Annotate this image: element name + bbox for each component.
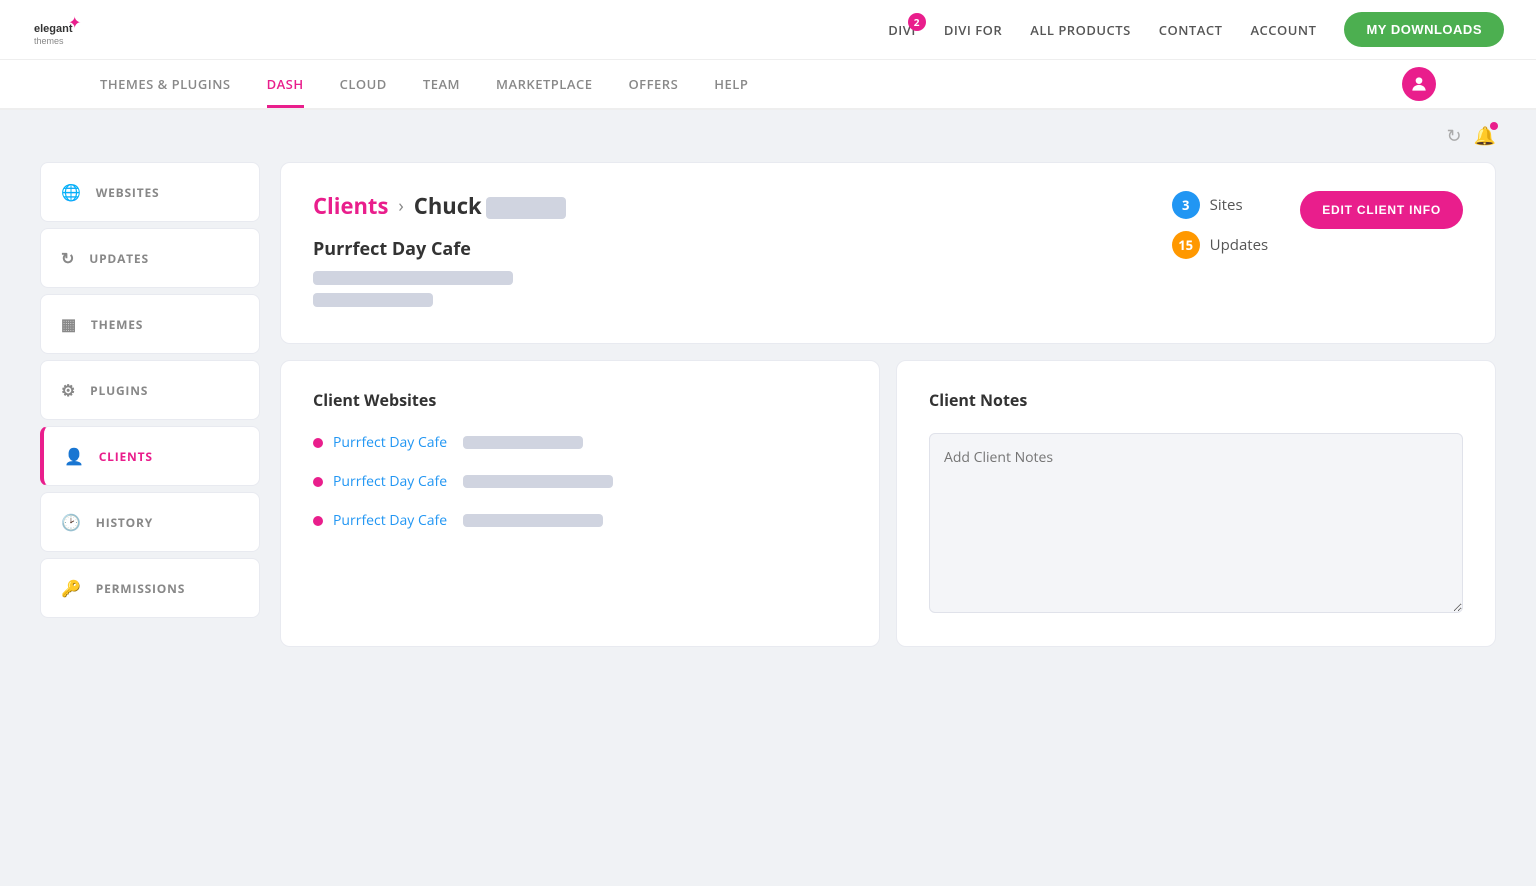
client-header-right: 3 Sites 15 Updates EDIT CLIENT INFO <box>1172 191 1463 259</box>
nav-divi[interactable]: DIVI 2 <box>888 21 916 39</box>
website-redacted-url-3 <box>463 514 603 527</box>
sidebar-item-clients[interactable]: 👤 CLIENTS <box>40 426 260 486</box>
edit-client-info-button[interactable]: EDIT CLIENT INFO <box>1300 191 1463 229</box>
sidebar-label-clients: CLIENTS <box>99 448 153 465</box>
nav-divi-for[interactable]: DIVI FOR <box>944 21 1002 39</box>
sub-nav-links: THEMES & PLUGINS DASH CLOUD TEAM MARKETP… <box>100 60 748 108</box>
sidebar-item-permissions[interactable]: 🔑 PERMISSIONS <box>40 558 260 618</box>
sidebar-item-plugins[interactable]: ⚙ PLUGINS <box>40 360 260 420</box>
website-link-1[interactable]: Purrfect Day Cafe <box>333 433 447 452</box>
sub-nav: THEMES & PLUGINS DASH CLOUD TEAM MARKETP… <box>0 60 1536 110</box>
tab-help[interactable]: HELP <box>714 60 748 108</box>
permissions-icon: 🔑 <box>61 577 82 599</box>
nav-all-products[interactable]: ALL PRODUCTS <box>1030 21 1131 39</box>
tab-marketplace[interactable]: MARKETPLACE <box>496 60 592 108</box>
client-company-name: Purrfect Day Cafe <box>313 237 566 261</box>
bell-icon[interactable]: 🔔 <box>1474 124 1496 148</box>
website-redacted-url-2 <box>463 475 613 488</box>
redacted-line-2 <box>313 293 433 307</box>
user-icon <box>1409 74 1429 94</box>
client-stats: 3 Sites 15 Updates <box>1172 191 1269 259</box>
sidebar-item-websites[interactable]: 🌐 WEBSITES <box>40 162 260 222</box>
my-downloads-button[interactable]: MY DOWNLOADS <box>1344 12 1504 47</box>
sites-badge: 3 <box>1172 191 1200 219</box>
redacted-surname <box>486 197 566 219</box>
website-redacted-url-1 <box>463 436 583 449</box>
client-info-left: Clients › Chuck Purrfect Day Cafe <box>313 191 566 315</box>
user-menu[interactable] <box>1402 67 1436 101</box>
breadcrumb-clients-link[interactable]: Clients <box>313 191 388 221</box>
avatar[interactable] <box>1402 67 1436 101</box>
sites-stat: 3 Sites <box>1172 191 1243 219</box>
logo-svg: elegant themes ✦ <box>32 10 102 50</box>
notes-card: Client Notes <box>896 360 1496 647</box>
svg-text:themes: themes <box>34 36 64 46</box>
tab-team[interactable]: TEAM <box>423 60 460 108</box>
updates-stat: 15 Updates <box>1172 231 1269 259</box>
sidebar-label-history: HISTORY <box>96 514 153 531</box>
website-item-3: Purrfect Day Cafe <box>313 511 847 530</box>
content-area: Clients › Chuck Purrfect Day Cafe 3 Site… <box>280 162 1496 647</box>
bell-notification-dot <box>1490 122 1498 130</box>
website-link-2[interactable]: Purrfect Day Cafe <box>333 472 447 491</box>
website-dot-2 <box>313 477 323 487</box>
refresh-icon: ↻ <box>61 247 75 269</box>
tab-cloud[interactable]: CLOUD <box>340 60 387 108</box>
themes-icon: ▦ <box>61 313 77 335</box>
sidebar-label-permissions: PERMISSIONS <box>96 580 185 597</box>
website-item-1: Purrfect Day Cafe <box>313 433 847 452</box>
tab-dash[interactable]: DASH <box>267 60 304 108</box>
svg-text:✦: ✦ <box>68 15 81 32</box>
tab-themes-plugins[interactable]: THEMES & PLUGINS <box>100 60 231 108</box>
updates-badge: 15 <box>1172 231 1200 259</box>
sites-label: Sites <box>1210 195 1243 215</box>
breadcrumb-client-name: Chuck <box>414 191 566 221</box>
sidebar-label-themes: THEMES <box>91 316 143 333</box>
toolbar: ↻ 🔔 <box>0 110 1536 162</box>
nav-contact[interactable]: CONTACT <box>1159 21 1223 39</box>
sidebar: 🌐 WEBSITES ↻ UPDATES ▦ THEMES ⚙ PLUGINS … <box>40 162 260 647</box>
updates-label: Updates <box>1210 235 1269 255</box>
tab-offers[interactable]: OFFERS <box>628 60 678 108</box>
sidebar-label-plugins: PLUGINS <box>90 382 148 399</box>
top-nav-links: DIVI 2 DIVI FOR ALL PRODUCTS CONTACT ACC… <box>888 12 1504 47</box>
history-icon: 🕑 <box>61 511 82 533</box>
sidebar-label-websites: WEBSITES <box>96 184 160 201</box>
breadcrumb-arrow: › <box>398 194 403 218</box>
nav-account[interactable]: ACCOUNT <box>1250 21 1316 39</box>
bottom-cards: Client Websites Purrfect Day Cafe Purrfe… <box>280 360 1496 647</box>
client-notes-textarea[interactable] <box>929 433 1463 613</box>
clients-icon: 👤 <box>64 445 85 467</box>
website-item-2: Purrfect Day Cafe <box>313 472 847 491</box>
sidebar-label-updates: UPDATES <box>89 250 149 267</box>
notes-card-title: Client Notes <box>929 389 1463 411</box>
website-dot-1 <box>313 438 323 448</box>
redacted-line-1 <box>313 271 513 285</box>
website-dot-3 <box>313 516 323 526</box>
refresh-icon[interactable]: ↻ <box>1446 124 1461 148</box>
divi-badge: 2 <box>908 13 926 31</box>
breadcrumb: Clients › Chuck <box>313 191 566 221</box>
sidebar-item-themes[interactable]: ▦ THEMES <box>40 294 260 354</box>
website-link-3[interactable]: Purrfect Day Cafe <box>333 511 447 530</box>
top-nav: elegant themes ✦ DIVI 2 DIVI FOR ALL PRO… <box>0 0 1536 60</box>
sidebar-item-updates[interactable]: ↻ UPDATES <box>40 228 260 288</box>
sidebar-item-history[interactable]: 🕑 HISTORY <box>40 492 260 552</box>
client-header-card: Clients › Chuck Purrfect Day Cafe 3 Site… <box>280 162 1496 344</box>
logo[interactable]: elegant themes ✦ <box>32 10 102 50</box>
globe-icon: 🌐 <box>61 181 82 203</box>
plugins-icon: ⚙ <box>61 379 76 401</box>
main-layout: 🌐 WEBSITES ↻ UPDATES ▦ THEMES ⚙ PLUGINS … <box>0 162 1536 687</box>
websites-card: Client Websites Purrfect Day Cafe Purrfe… <box>280 360 880 647</box>
websites-card-title: Client Websites <box>313 389 847 411</box>
